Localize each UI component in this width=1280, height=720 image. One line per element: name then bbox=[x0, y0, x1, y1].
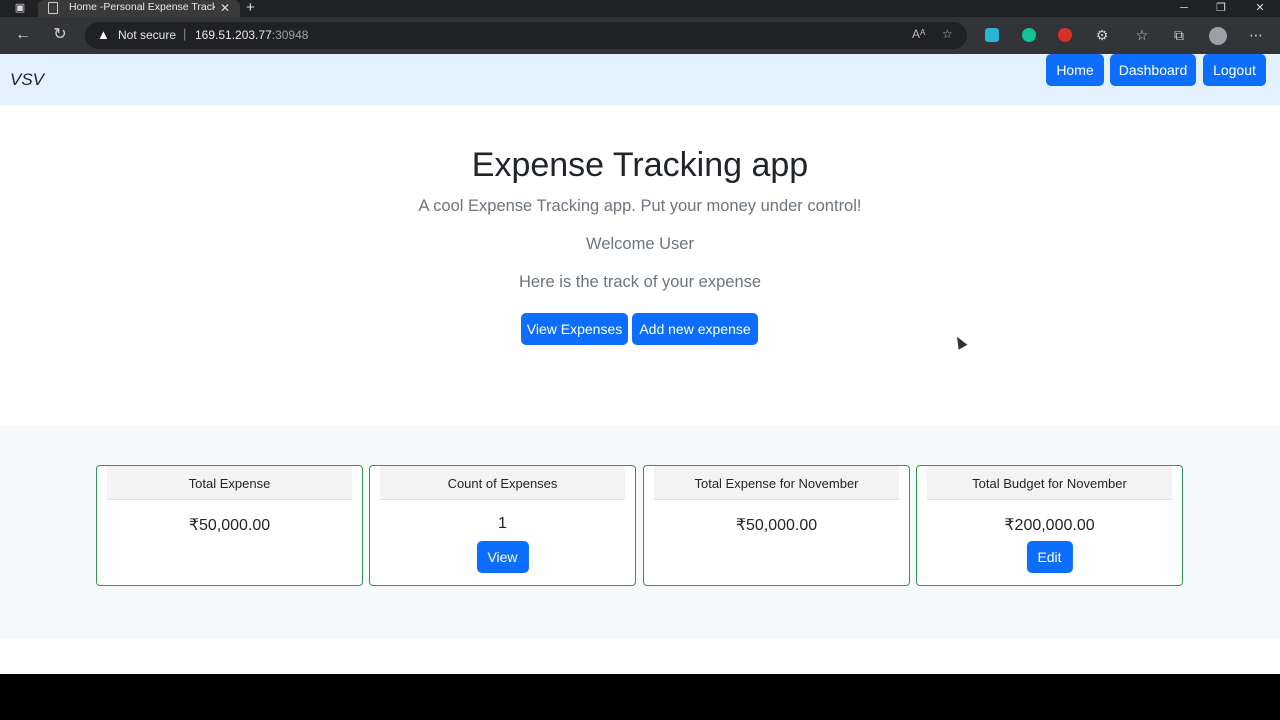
collections-icon[interactable]: ⧉ bbox=[1169, 26, 1189, 44]
monthly-budget-card: Total Budget for November ₹200,000.00 Ed… bbox=[916, 465, 1183, 586]
card-value: ₹50,000.00 bbox=[735, 517, 818, 534]
monthly-expense-card: Total Expense for November ₹50,000.00 bbox=[643, 465, 910, 586]
welcome-text: Welcome User bbox=[0, 235, 1280, 254]
url-port: :30948 bbox=[271, 28, 309, 42]
warning-icon: ▲ bbox=[97, 27, 110, 42]
tab-actions-icon[interactable]: ▣ bbox=[12, 0, 28, 16]
extension-icon[interactable] bbox=[985, 28, 999, 42]
hero-subtitle: A cool Expense Tracking app. Put your mo… bbox=[418, 197, 862, 215]
restore-icon[interactable]: ❐ bbox=[1211, 0, 1231, 16]
card-value: ₹200,000.00 bbox=[1004, 517, 1095, 534]
tab-title: Home -Personal Expense Tracker bbox=[69, 1, 215, 13]
edit-budget-button[interactable]: Edit bbox=[1026, 541, 1073, 573]
nav-logout-button[interactable]: Logout bbox=[1203, 54, 1266, 86]
view-expenses-button[interactable]: View Expenses bbox=[521, 313, 628, 345]
minimize-icon[interactable]: ─ bbox=[1174, 0, 1194, 16]
browser-toolbar: ← ↻ ▲ Not secure | 169.51.203.77:30948 A… bbox=[0, 17, 1280, 54]
new-tab-icon[interactable]: + bbox=[246, 0, 255, 15]
card-value: ₹50,000.00 bbox=[188, 517, 271, 534]
page-content: VSV Home Dashboard Logout Expense Tracki… bbox=[0, 54, 1280, 674]
track-text: Here is the track of your expense bbox=[518, 273, 762, 291]
more-menu-icon[interactable]: ⋯ bbox=[1246, 26, 1266, 44]
address-bar[interactable]: ▲ Not secure | 169.51.203.77:30948 Aᴬ ☆ bbox=[85, 22, 967, 49]
url-text[interactable]: 169.51.203.77:30948 bbox=[195, 28, 308, 42]
welcome-prefix: Welcome bbox=[586, 235, 655, 253]
card-value: 1 bbox=[498, 515, 507, 532]
back-icon[interactable]: ← bbox=[13, 26, 33, 44]
profile-avatar-icon[interactable] bbox=[1209, 27, 1227, 45]
address-separator: | bbox=[183, 26, 187, 41]
browser-tab[interactable]: Home -Personal Expense Tracker ✕ bbox=[38, 0, 240, 17]
add-favorite-icon[interactable]: ☆ bbox=[942, 27, 953, 41]
total-expense-card: Total Expense ₹50,000.00 bbox=[96, 465, 363, 586]
url-host: 169.51.203.77 bbox=[195, 28, 272, 42]
reload-icon[interactable]: ↻ bbox=[50, 26, 70, 44]
brand-logo[interactable]: VSV bbox=[10, 70, 44, 90]
card-header: Total Expense for November bbox=[654, 466, 899, 500]
nav-home-button[interactable]: Home bbox=[1046, 54, 1104, 86]
read-aloud-icon[interactable]: Aᴬ bbox=[912, 27, 925, 41]
add-expense-button[interactable]: Add new expense bbox=[632, 313, 758, 345]
view-count-button[interactable]: View bbox=[476, 541, 529, 573]
card-header: Total Expense bbox=[107, 466, 352, 500]
stats-section: Total Expense ₹50,000.00 Count of Expens… bbox=[0, 426, 1280, 639]
taskbar-strip bbox=[0, 674, 1280, 720]
window-close-icon[interactable]: ✕ bbox=[1250, 0, 1270, 16]
nav-dashboard-button[interactable]: Dashboard bbox=[1110, 54, 1196, 86]
extensions-icon[interactable]: ⚙ bbox=[1092, 26, 1112, 44]
username: User bbox=[659, 235, 694, 253]
page-favicon-icon bbox=[48, 2, 58, 14]
site-navbar: VSV Home Dashboard Logout bbox=[0, 54, 1280, 105]
card-header: Total Budget for November bbox=[927, 466, 1172, 500]
mega-icon[interactable] bbox=[1058, 28, 1072, 42]
page-title: Expense Tracking app bbox=[471, 146, 809, 184]
security-label[interactable]: Not secure bbox=[118, 28, 176, 42]
close-tab-icon[interactable]: ✕ bbox=[220, 0, 230, 16]
favorites-icon[interactable]: ☆ bbox=[1132, 26, 1152, 44]
expense-count-card: Count of Expenses 1 View bbox=[369, 465, 636, 586]
grammarly-icon[interactable] bbox=[1022, 28, 1036, 42]
card-header: Count of Expenses bbox=[380, 466, 625, 500]
browser-tab-bar: ▣ Home -Personal Expense Tracker ✕ + ─ ❐… bbox=[0, 0, 1280, 17]
